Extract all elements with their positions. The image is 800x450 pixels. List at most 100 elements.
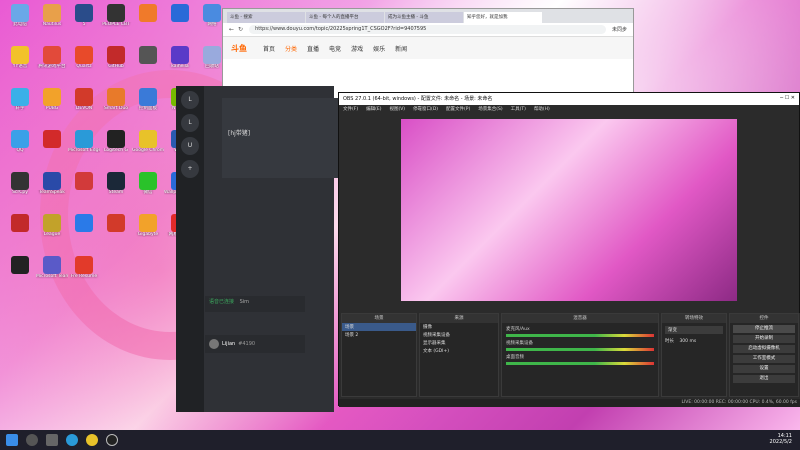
obs-menu-item[interactable]: 文件(F)	[343, 106, 358, 113]
chrome-icon[interactable]	[86, 434, 98, 446]
settings-button[interactable]: 设置	[733, 365, 795, 373]
desktop-icon[interactable]: ScrCpy	[4, 172, 36, 208]
site-nav-item[interactable]: 游戏	[351, 46, 363, 53]
desktop-icon[interactable]: 此电脑	[4, 4, 36, 40]
start-recording-button[interactable]: 开始录制	[733, 335, 795, 343]
site-nav-item[interactable]: 分类	[285, 46, 297, 53]
mixer-row[interactable]: 麦克风/Aux	[506, 326, 654, 337]
desktop-icon[interactable]: Microsoft Teams	[36, 256, 68, 292]
discord-server-icon[interactable]: L	[181, 91, 199, 109]
exit-button[interactable]: 退出	[733, 375, 795, 383]
desktop-icon[interactable]	[132, 46, 164, 82]
obs-icon[interactable]	[106, 434, 118, 446]
desktop-icon[interactable]: YY语音	[4, 46, 36, 82]
desktop-icon[interactable]	[68, 214, 100, 250]
site-nav-item[interactable]: 电竞	[329, 46, 341, 53]
discord-server-icon[interactable]: L	[181, 114, 199, 132]
browser-tab[interactable]: 斗鱼 - 每个人的直播平台	[306, 12, 384, 23]
back-icon[interactable]: ←	[229, 26, 234, 33]
transition-duration[interactable]: 时长 300 ms	[662, 337, 726, 345]
discord-server-icon[interactable]: U	[181, 137, 199, 155]
desktop-icon[interactable]: PUBG	[36, 88, 68, 124]
desktop-icon[interactable]: TeamSpeak	[36, 172, 68, 208]
desktop-icon[interactable]: League	[36, 214, 68, 250]
site-logo[interactable]: 斗鱼	[231, 43, 247, 54]
desktop-icon[interactable]	[132, 4, 164, 40]
app-icon	[139, 46, 157, 64]
desktop-icon[interactable]	[100, 214, 132, 250]
desktop-icon[interactable]	[68, 172, 100, 208]
obs-menu-item[interactable]: 场景集合(S)	[478, 106, 502, 113]
desktop-icon[interactable]: PEOPLE CBT	[100, 4, 132, 40]
desktop-icon[interactable]: Logitech G	[100, 130, 132, 166]
desktop-icon[interactable]: 微信	[132, 172, 164, 208]
edge-icon[interactable]	[66, 434, 78, 446]
desktop-icon[interactable]: 轩宇	[4, 88, 36, 124]
sync-status[interactable]: 未同步	[612, 26, 627, 33]
desktop-icon[interactable]: Steam	[100, 172, 132, 208]
browser-tab[interactable]: 成为斗鱼主播 - 斗鱼	[385, 12, 463, 23]
clock-date: 2022/5/2	[769, 439, 792, 445]
avatar[interactable]	[209, 339, 219, 349]
desktop-icon[interactable]: GitHub	[100, 46, 132, 82]
site-nav-item[interactable]: 首页	[263, 46, 275, 53]
source-item[interactable]: 显示器采集	[420, 339, 498, 347]
desktop-icon[interactable]: Fre Resume	[68, 256, 100, 292]
desktop-icon[interactable]: Nautilus	[36, 4, 68, 40]
scene-item[interactable]: 场景	[342, 323, 416, 331]
browser-tab[interactable]: 斗鱼 - 搜索	[227, 12, 305, 23]
url-input[interactable]: https://www.douyu.com/topic/20225spring1…	[249, 25, 606, 34]
sources-panel: 来源 摄像 视频采集设备 显示器采集 文本 (GDI+)	[419, 313, 499, 397]
desktop-icon-label: 微信	[143, 190, 153, 195]
desktop-icon[interactable]: Microsoft Edge	[68, 130, 100, 166]
desktop-icon[interactable]: QQ	[4, 130, 36, 166]
search-icon[interactable]	[26, 434, 38, 446]
desktop-icon[interactable]: DEVON	[68, 88, 100, 124]
window-controls[interactable]: ─ ☐ ✕	[780, 95, 795, 103]
obs-window[interactable]: OBS 27.0.1 (64-bit, windows) - 配置文件: 未命名…	[338, 92, 800, 407]
refresh-icon[interactable]: ↻	[238, 26, 243, 33]
windows-start-icon[interactable]	[6, 434, 18, 446]
site-nav-item[interactable]: 新闻	[395, 46, 407, 53]
site-nav-item[interactable]: 娱乐	[373, 46, 385, 53]
app-icon	[75, 130, 93, 148]
browser-tab-active[interactable]: 知乎您好，就是加我	[464, 12, 542, 23]
obs-menu-item[interactable]: 工具(T)	[511, 106, 526, 113]
desktop-icon[interactable]	[36, 130, 68, 166]
app-icon	[75, 256, 93, 274]
obs-menu-item[interactable]: 编辑(E)	[366, 106, 381, 113]
site-nav-item[interactable]: 直播	[307, 46, 319, 53]
desktop-icon[interactable]: Smart Duo	[100, 88, 132, 124]
mixer-row[interactable]: 视频采集设备	[506, 340, 654, 351]
desktop-icon[interactable]: Gigabyte	[132, 214, 164, 250]
desktop-icon[interactable]: 控制面板	[132, 88, 164, 124]
obs-menu-item[interactable]: 视图(V)	[389, 106, 405, 113]
desktop-icon[interactable]	[164, 4, 196, 40]
desktop-icon-label: GitHub	[108, 64, 124, 69]
scene-item[interactable]: 场景 2	[342, 331, 416, 339]
task-view-icon[interactable]	[46, 434, 58, 446]
desktop-icon[interactable]: 5	[68, 4, 100, 40]
desktop-icon[interactable]	[4, 256, 36, 292]
discord-server-icon[interactable]: +	[181, 160, 199, 178]
mixer-row[interactable]: 桌面音频	[506, 354, 654, 365]
source-item[interactable]: 文本 (GDI+)	[420, 347, 498, 355]
obs-menu-item[interactable]: 配置文件(P)	[446, 106, 470, 113]
desktop-icon-label: PUBG	[45, 106, 59, 111]
source-item[interactable]: 视频采集设备	[420, 331, 498, 339]
obs-menu-item[interactable]: 停靠窗口(D)	[413, 106, 438, 113]
desktop-icon[interactable]: 腾讯游戏平台	[36, 46, 68, 82]
obs-menu-item[interactable]: 帮助(H)	[534, 106, 550, 113]
desktop-icon[interactable]: Quartz	[68, 46, 100, 82]
app-icon	[43, 46, 61, 64]
transition-type-select[interactable]: 渐变	[665, 326, 723, 334]
virtual-camera-button[interactable]: 启动虚拟摄像机	[733, 345, 795, 353]
obs-preview[interactable]	[401, 119, 737, 301]
system-clock[interactable]: 14:11 2022/5/2	[770, 433, 792, 445]
stop-stream-button[interactable]: 停止推流	[733, 325, 795, 333]
source-item[interactable]: 摄像	[420, 323, 498, 331]
studio-mode-button[interactable]: 工作室模式	[733, 355, 795, 363]
desktop-icon[interactable]	[4, 214, 36, 250]
desktop-icon[interactable]: kaiheila	[164, 46, 196, 82]
desktop-icon[interactable]: Google Chrome	[132, 130, 164, 166]
